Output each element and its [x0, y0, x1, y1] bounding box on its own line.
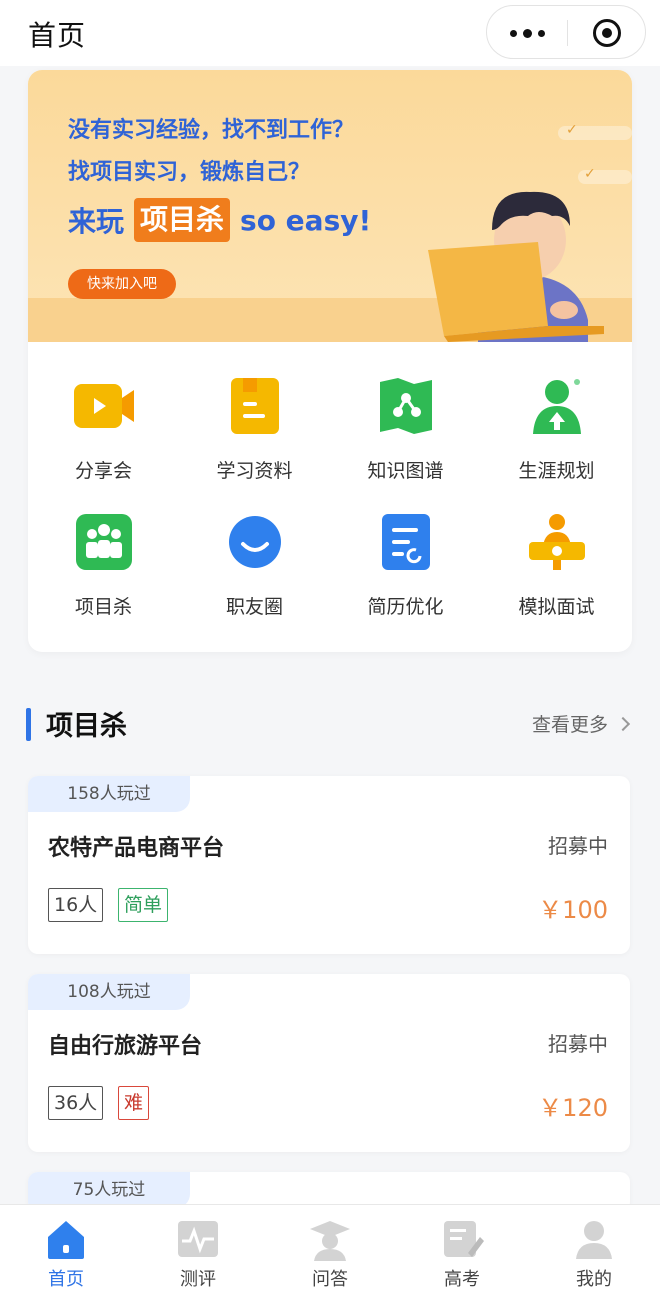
main-card: ✓ ✓ 没有实习经验，找不到工作？ 找项目实习，锻炼自己？ 来玩 项目杀 so … — [28, 70, 632, 652]
people-tag: 16人 — [48, 888, 104, 922]
home-icon — [48, 1221, 84, 1259]
project-name: 农特产品电商平台 — [48, 836, 225, 861]
assessment-icon — [178, 1221, 218, 1257]
grid-item-share[interactable]: 分享会 — [28, 376, 179, 506]
grid-label: 简历优化 — [367, 596, 444, 618]
top-navigation-bar: 首页 — [0, 0, 660, 66]
graduate-icon — [310, 1221, 350, 1261]
join-button[interactable]: 快来加入吧 — [68, 269, 176, 299]
grid-label: 职友圈 — [225, 596, 283, 618]
grid-item-mock-interview[interactable]: 模拟面试 — [481, 512, 632, 642]
more-dots-icon[interactable] — [487, 6, 567, 60]
person-laptop-illustration — [428, 191, 604, 342]
difficulty-tag: 难 — [118, 1086, 150, 1120]
grid-label: 生涯规划 — [518, 460, 595, 482]
banner-line-3-suffix: so easy! — [240, 203, 372, 237]
grid-item-study-materials[interactable]: 学习资料 — [179, 376, 330, 506]
tab-label: 高考 — [444, 1269, 480, 1290]
project-price: ￥120 — [538, 1094, 608, 1122]
video-camera-icon — [74, 384, 134, 428]
exam-edit-icon — [444, 1221, 484, 1257]
banner-line-1: 没有实习经验，找不到工作？ — [68, 118, 355, 143]
page-title: 首页 — [28, 19, 87, 52]
grid-label: 项目杀 — [74, 596, 132, 618]
tab-gaokao[interactable]: 高考 — [396, 1205, 528, 1298]
banner-highlight: 项目杀 — [134, 198, 231, 242]
capsule-divider — [567, 20, 568, 46]
project-status: 招募中 — [548, 834, 608, 858]
banner-line-3: 来玩 项目杀 so easy! — [68, 198, 371, 242]
knowledge-map-icon — [380, 378, 432, 434]
user-icon — [576, 1221, 612, 1259]
grid-label: 分享会 — [74, 460, 132, 482]
feature-grid: 分享会 学习资料 知识图谱 生涯规划 项目杀 职友圈 简历优化 模拟面试 — [28, 342, 632, 652]
target-close-icon[interactable] — [593, 19, 621, 47]
interview-icon — [529, 514, 585, 570]
banner-line-3-prefix: 来玩 — [68, 205, 125, 238]
tab-assessment[interactable]: 测评 — [132, 1205, 264, 1298]
document-icon — [231, 378, 279, 434]
tab-label: 我的 — [576, 1269, 612, 1290]
grid-item-project-kill[interactable]: 项目杀 — [28, 512, 179, 642]
team-group-icon — [76, 514, 132, 570]
bottom-tab-bar: 首页 测评 问答 高考 我的 — [0, 1204, 660, 1298]
mini-program-capsule — [486, 5, 646, 59]
promo-banner[interactable]: ✓ ✓ 没有实习经验，找不到工作？ 找项目实习，锻炼自己？ 来玩 项目杀 so … — [28, 70, 632, 342]
grid-label: 模拟面试 — [518, 596, 595, 618]
chevron-right-icon — [615, 716, 631, 732]
smile-circle-icon — [229, 516, 281, 568]
career-person-icon — [533, 379, 581, 434]
grid-item-knowledge-map[interactable]: 知识图谱 — [330, 376, 481, 506]
view-more-label: 查看更多 — [531, 714, 608, 736]
project-status: 招募中 — [548, 1032, 608, 1056]
grid-item-career-planning[interactable]: 生涯规划 — [481, 376, 632, 506]
tab-label: 问答 — [312, 1269, 348, 1290]
project-card[interactable]: 158人玩过 农特产品电商平台 招募中 16人 简单 ￥100 — [28, 776, 630, 954]
section-accent-bar — [26, 708, 31, 741]
grid-label: 知识图谱 — [367, 460, 444, 482]
people-tag: 36人 — [48, 1086, 104, 1120]
grid-label: 学习资料 — [216, 460, 293, 482]
project-card[interactable]: 108人玩过 自由行旅游平台 招募中 36人 难 ￥120 — [28, 974, 630, 1152]
tab-label: 首页 — [48, 1269, 84, 1290]
tab-qa[interactable]: 问答 — [264, 1205, 396, 1298]
resume-icon — [382, 514, 430, 570]
grid-item-job-circle[interactable]: 职友圈 — [179, 512, 330, 642]
project-name: 自由行旅游平台 — [48, 1034, 203, 1059]
played-count-badge: 158人玩过 — [28, 776, 190, 812]
played-count-badge: 75人玩过 — [28, 1172, 190, 1208]
banner-line-2: 找项目实习，锻炼自己？ — [68, 160, 311, 185]
tab-home[interactable]: 首页 — [0, 1205, 132, 1298]
played-count-badge: 108人玩过 — [28, 974, 190, 1010]
tab-label: 测评 — [180, 1269, 216, 1290]
section-title: 项目杀 — [46, 711, 127, 742]
view-more-link[interactable]: 查看更多 — [531, 710, 631, 737]
project-price: ￥100 — [538, 896, 608, 924]
section-header: 项目杀 查看更多 — [26, 700, 634, 744]
tab-profile[interactable]: 我的 — [528, 1205, 660, 1298]
grid-item-resume-optimize[interactable]: 简历优化 — [330, 512, 481, 642]
difficulty-tag: 简单 — [118, 888, 169, 922]
